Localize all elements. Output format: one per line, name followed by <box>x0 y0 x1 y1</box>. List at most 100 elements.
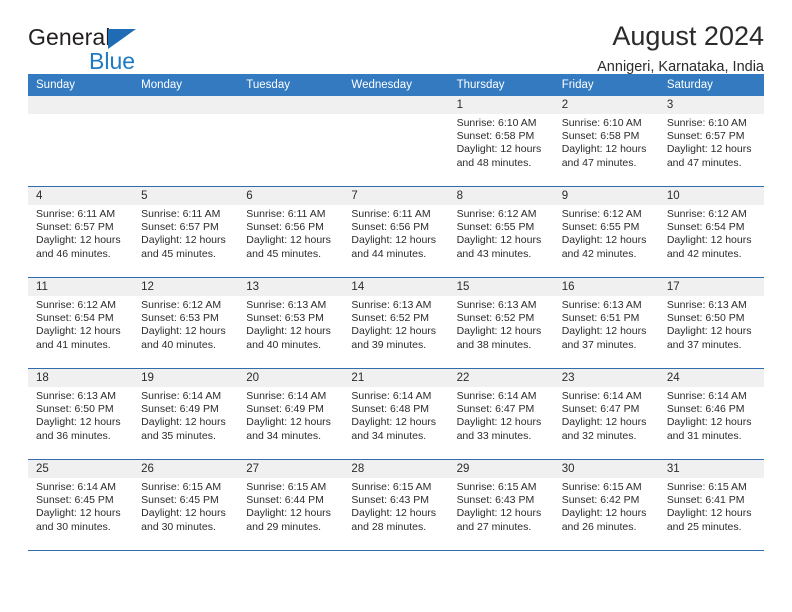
daylight-text: Daylight: 12 hours <box>561 325 647 338</box>
daylight-text-cont: and 40 minutes. <box>246 338 321 351</box>
calendar-day-cell[interactable]: 27 Sunrise: 6:15 AM Sunset: 6:44 PM Dayligh… <box>238 459 344 551</box>
calendar-day-cell[interactable]: 2 Sunrise: 6:10 AM Sunset: 6:58 PM Daylight… <box>553 96 659 187</box>
calendar-day-cell[interactable]: 22 Sunrise: 6:14 AM Sunset: 6:47 PM Dayligh… <box>448 368 554 460</box>
sunset-text: Sunset: 6:43 PM <box>456 494 535 507</box>
weekday-header-sunday: Sunday <box>28 74 134 96</box>
day-number: 1 <box>448 96 554 114</box>
calendar-day-cell[interactable]: 31 Sunrise: 6:15 AM Sunset: 6:41 PM Dayligh… <box>658 459 764 551</box>
day-number: 3 <box>658 96 764 114</box>
daylight-text-cont: and 31 minutes. <box>666 429 742 442</box>
calendar-week-row: 1 Sunrise: 6:10 AM Sunset: 6:58 PM Daylight… <box>28 96 764 187</box>
daylight-text: Daylight: 12 hours <box>561 416 647 429</box>
daylight-text-cont: and 30 minutes. <box>141 520 216 533</box>
day-number: 5 <box>133 187 239 205</box>
calendar-week-row: 11 Sunrise: 6:12 AM Sunset: 6:54 PM Dayligh… <box>28 277 764 369</box>
calendar-day-cell[interactable]: 11 Sunrise: 6:12 AM Sunset: 6:54 PM Dayligh… <box>28 277 134 369</box>
sunset-text: Sunset: 6:56 PM <box>351 221 430 234</box>
calendar-day-cell[interactable]: 13 Sunrise: 6:13 AM Sunset: 6:53 PM Dayligh… <box>238 277 344 369</box>
day-details: Sunrise: 6:12 AM Sunset: 6:54 PM Daylight:… <box>659 205 764 261</box>
day-number: 20 <box>238 369 344 387</box>
daylight-text: Daylight: 12 hours <box>141 325 226 338</box>
day-details: Sunrise: 6:13 AM Sunset: 6:50 PM Daylight:… <box>28 387 133 443</box>
calendar-day-cell[interactable]: 26 Sunrise: 6:15 AM Sunset: 6:45 PM Dayligh… <box>133 459 239 551</box>
calendar-week-row: 4 Sunrise: 6:11 AM Sunset: 6:57 PM Daylight… <box>28 186 764 278</box>
daylight-text-cont: and 25 minutes. <box>666 520 742 533</box>
daylight-text: Daylight: 12 hours <box>141 507 226 520</box>
day-number: 8 <box>448 187 554 205</box>
brand-name-general: General <box>28 26 136 49</box>
calendar-day-cell[interactable]: 28 Sunrise: 6:15 AM Sunset: 6:43 PM Dayligh… <box>343 459 449 551</box>
brand-logo[interactable]: General Blue <box>28 0 268 73</box>
day-details: Sunrise: 6:12 AM Sunset: 6:55 PM Daylight:… <box>554 205 659 261</box>
daylight-text-cont: and 37 minutes. <box>561 338 637 351</box>
daylight-text: Daylight: 12 hours <box>456 234 542 247</box>
daylight-text-cont: and 47 minutes. <box>666 156 742 169</box>
daylight-text: Daylight: 12 hours <box>36 325 121 338</box>
title-block: August 2024 Annigeri, Karnataka, India <box>597 0 764 76</box>
calendar-day-cell[interactable]: 17 Sunrise: 6:13 AM Sunset: 6:50 PM Dayligh… <box>658 277 764 369</box>
daylight-text: Daylight: 12 hours <box>36 507 121 520</box>
sunset-text: Sunset: 6:50 PM <box>36 403 114 416</box>
calendar-day-cell[interactable]: 19 Sunrise: 6:14 AM Sunset: 6:49 PM Dayligh… <box>133 368 239 460</box>
day-details: Sunrise: 6:14 AM Sunset: 6:49 PM Daylight:… <box>238 387 343 443</box>
calendar-day-cell[interactable]: 12 Sunrise: 6:12 AM Sunset: 6:53 PM Dayligh… <box>133 277 239 369</box>
sunrise-text: Sunrise: 6:11 AM <box>246 208 326 220</box>
daylight-text: Daylight: 12 hours <box>246 507 331 520</box>
sunset-text: Sunset: 6:45 PM <box>36 494 114 507</box>
sunrise-text: Sunrise: 6:10 AM <box>561 117 642 129</box>
day-number <box>238 96 344 114</box>
calendar-day-cell[interactable]: 6 Sunrise: 6:11 AM Sunset: 6:56 PM Daylight… <box>238 186 344 278</box>
calendar-day-cell[interactable]: 18 Sunrise: 6:13 AM Sunset: 6:50 PM Dayligh… <box>28 368 134 460</box>
day-details: Sunrise: 6:10 AM Sunset: 6:58 PM Daylight:… <box>554 114 659 170</box>
day-number: 12 <box>133 278 239 296</box>
brand-text-general: General <box>28 24 111 50</box>
calendar-day-cell[interactable]: 8 Sunrise: 6:12 AM Sunset: 6:55 PM Daylight… <box>448 186 554 278</box>
day-number <box>343 96 449 114</box>
day-details: Sunrise: 6:13 AM Sunset: 6:53 PM Daylight:… <box>238 296 343 352</box>
sunrise-text: Sunrise: 6:14 AM <box>456 390 537 402</box>
calendar-day-cell[interactable]: 29 Sunrise: 6:15 AM Sunset: 6:43 PM Dayligh… <box>448 459 554 551</box>
day-number: 11 <box>28 278 134 296</box>
sunrise-text: Sunrise: 6:10 AM <box>666 117 747 129</box>
calendar-day-cell[interactable]: 16 Sunrise: 6:13 AM Sunset: 6:51 PM Dayligh… <box>553 277 659 369</box>
sunrise-text: Sunrise: 6:10 AM <box>456 117 537 129</box>
sunrise-text: Sunrise: 6:15 AM <box>351 481 432 493</box>
day-number: 25 <box>28 460 134 478</box>
calendar-day-cell[interactable]: 3 Sunrise: 6:10 AM Sunset: 6:57 PM Daylight… <box>658 96 764 187</box>
calendar-day-cell[interactable]: 20 Sunrise: 6:14 AM Sunset: 6:49 PM Dayligh… <box>238 368 344 460</box>
calendar-day-cell[interactable]: 5 Sunrise: 6:11 AM Sunset: 6:57 PM Daylight… <box>133 186 239 278</box>
calendar-day-cell[interactable]: 23 Sunrise: 6:14 AM Sunset: 6:47 PM Dayligh… <box>553 368 659 460</box>
daylight-text-cont: and 27 minutes. <box>456 520 532 533</box>
calendar-day-cell-empty <box>343 96 449 187</box>
daylight-text-cont: and 29 minutes. <box>246 520 321 533</box>
daylight-text: Daylight: 12 hours <box>561 143 647 156</box>
day-details: Sunrise: 6:15 AM Sunset: 6:43 PM Daylight:… <box>343 478 448 534</box>
day-details <box>238 114 343 117</box>
daylight-text-cont: and 42 minutes. <box>666 247 742 260</box>
calendar-day-cell[interactable]: 25 Sunrise: 6:14 AM Sunset: 6:45 PM Dayligh… <box>28 459 134 551</box>
calendar-day-cell[interactable]: 15 Sunrise: 6:13 AM Sunset: 6:52 PM Dayligh… <box>448 277 554 369</box>
calendar-day-cell[interactable]: 1 Sunrise: 6:10 AM Sunset: 6:58 PM Daylight… <box>448 96 554 187</box>
calendar-day-cell[interactable]: 24 Sunrise: 6:14 AM Sunset: 6:46 PM Dayligh… <box>658 368 764 460</box>
day-number: 13 <box>238 278 344 296</box>
daylight-text-cont: and 48 minutes. <box>456 156 532 169</box>
sunrise-text: Sunrise: 6:14 AM <box>666 390 747 402</box>
sunrise-text: Sunrise: 6:13 AM <box>351 299 432 311</box>
calendar-day-cell[interactable]: 21 Sunrise: 6:14 AM Sunset: 6:48 PM Dayligh… <box>343 368 449 460</box>
calendar-day-cell[interactable]: 4 Sunrise: 6:11 AM Sunset: 6:57 PM Daylight… <box>28 186 134 278</box>
daylight-text: Daylight: 12 hours <box>246 234 331 247</box>
calendar-day-cell[interactable]: 30 Sunrise: 6:15 AM Sunset: 6:42 PM Dayligh… <box>553 459 659 551</box>
calendar-day-cell[interactable]: 10 Sunrise: 6:12 AM Sunset: 6:54 PM Dayligh… <box>658 186 764 278</box>
sunset-text: Sunset: 6:52 PM <box>456 312 535 325</box>
calendar-day-cell[interactable]: 7 Sunrise: 6:11 AM Sunset: 6:56 PM Daylight… <box>343 186 449 278</box>
weekday-header-monday: Monday <box>133 74 239 96</box>
day-details <box>343 114 448 117</box>
sunrise-text: Sunrise: 6:12 AM <box>456 208 537 220</box>
weekday-header-friday: Friday <box>553 74 659 96</box>
calendar-day-cell[interactable]: 9 Sunrise: 6:12 AM Sunset: 6:55 PM Daylight… <box>553 186 659 278</box>
weekday-header-wednesday: Wednesday <box>343 74 449 96</box>
calendar-day-cell[interactable]: 14 Sunrise: 6:13 AM Sunset: 6:52 PM Dayligh… <box>343 277 449 369</box>
sunset-text: Sunset: 6:57 PM <box>666 130 745 143</box>
day-details: Sunrise: 6:15 AM Sunset: 6:43 PM Daylight:… <box>449 478 554 534</box>
day-details <box>28 114 133 117</box>
